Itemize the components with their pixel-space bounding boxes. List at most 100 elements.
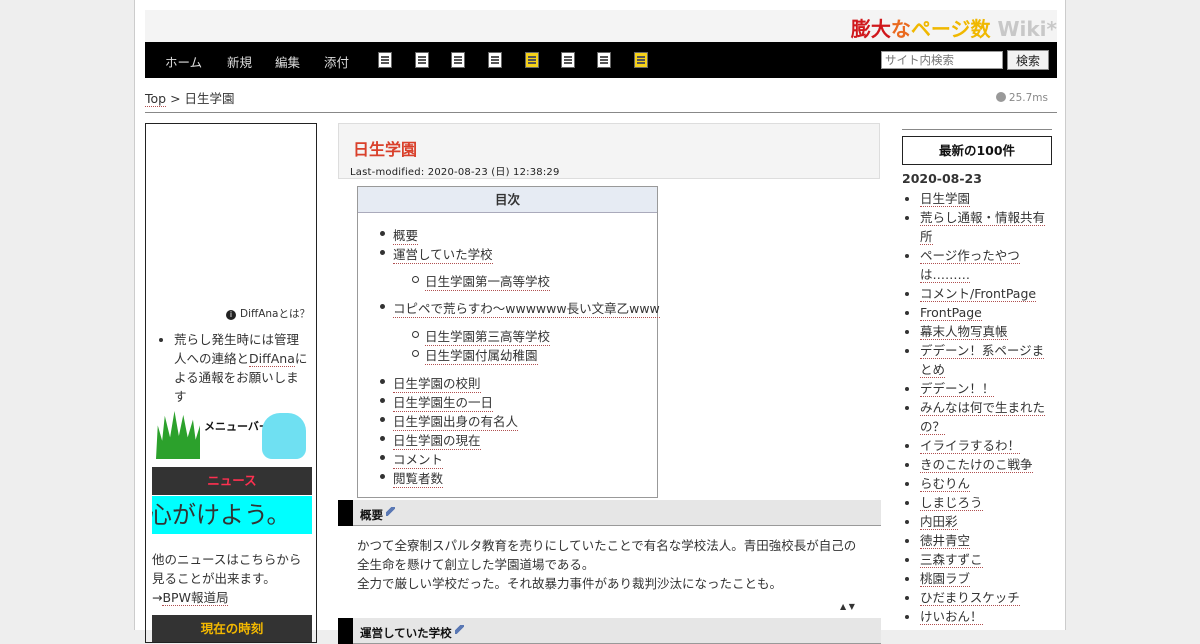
- list-item: イライラするわ！: [920, 436, 1056, 455]
- toc-heading: 目次: [358, 187, 657, 213]
- divider: [145, 112, 1057, 113]
- recent-link[interactable]: 内田彩: [920, 514, 958, 530]
- site-title-part: ページ数: [910, 17, 991, 41]
- menubar-banner[interactable]: メニューバー: [154, 407, 308, 461]
- toc-item[interactable]: 日生学園付属幼稚園: [412, 345, 538, 365]
- list-item: 荒らし通報・情報共有所: [920, 208, 1056, 246]
- section-heading-text: 運営していた学校: [360, 625, 464, 641]
- recent-link[interactable]: 日生学園: [920, 191, 971, 207]
- search-button[interactable]: 検索: [1007, 50, 1049, 70]
- navbar: ホーム 新規 編集 添付 検索: [145, 42, 1057, 78]
- recent-link[interactable]: 幕末人物写真帳: [920, 324, 1008, 340]
- render-timing: 25.7ms: [995, 92, 1048, 104]
- section-bar: [338, 500, 353, 526]
- diffana-link[interactable]: DiffAnaとは？: [240, 308, 310, 320]
- toc-item[interactable]: 日生学園第三高等学校: [411, 326, 551, 346]
- timing-value: 25.7ms: [1008, 92, 1048, 104]
- recent-link[interactable]: コメント/FrontPage: [920, 286, 1037, 302]
- list-item: コメント/FrontPage: [920, 284, 1056, 303]
- recent-link[interactable]: しまじろう: [920, 495, 983, 511]
- section-heading-overview: 概要: [338, 500, 881, 526]
- recent-link[interactable]: イライラするわ！: [920, 438, 1021, 454]
- site-title[interactable]: 膨大なページ数 Wiki*: [851, 13, 1057, 42]
- toc-item[interactable]: 日生学園生の一日: [379, 392, 494, 412]
- site-title-part: Wiki*: [990, 17, 1057, 41]
- help-icon[interactable]: [634, 52, 648, 68]
- paragraph-line: 全生命を懸けて創立した学園道場である。: [357, 557, 595, 572]
- recent-link[interactable]: デデーン！！: [920, 381, 995, 397]
- notice-list: 荒らし発生時には管理人への連絡とDiffAnaによる通報をお願いします: [160, 330, 310, 406]
- page-container: 膨大なページ数 Wiki* ホーム 新規 編集 添付 検索 Top > 日生学園…: [134, 0, 1066, 644]
- list-item: きのこたけのこ戦争: [920, 455, 1056, 474]
- list-item: 桃園ラブ: [920, 569, 1056, 588]
- nav-new[interactable]: 新規: [227, 52, 252, 71]
- list-item: らむりん: [920, 474, 1056, 493]
- divider: [902, 129, 1052, 130]
- site-header: 膨大なページ数 Wiki*: [145, 10, 1057, 42]
- page-title-box: 日生学園 Last-modified: 2020-08-23 (日) 12:38…: [338, 123, 880, 179]
- nav-attach[interactable]: 添付: [324, 52, 349, 71]
- list-item: 日生学園: [920, 189, 1056, 208]
- section-heading-text: 概要: [360, 507, 395, 523]
- diff-icon[interactable]: [451, 52, 465, 68]
- toc-item[interactable]: 閲覧者数: [379, 468, 444, 488]
- recent-link[interactable]: らむりん: [920, 476, 971, 492]
- list-item: しまじろう: [920, 493, 1056, 512]
- table-of-contents: 目次 概要 運営していた学校 日生学園第一高等学校 コピペで荒らすわ～wwwww…: [357, 186, 660, 498]
- recent-link[interactable]: デデーン！系ページまとめ: [920, 343, 1045, 378]
- breadcrumb-current: 日生学園: [184, 91, 235, 106]
- diffana-notice-link[interactable]: DiffAna: [249, 351, 295, 367]
- diffana-help[interactable]: i DiffAnaとは？: [225, 306, 310, 321]
- nav-home[interactable]: ホーム: [165, 52, 202, 71]
- overview-paragraph: かつて全寮制スパルタ教育を売りにしていたことで有名な学校法人。青田強校長が自己の…: [357, 536, 867, 593]
- toc-item[interactable]: 日生学園の現在: [380, 430, 481, 450]
- jump-arrows[interactable]: ▲ ▼: [840, 602, 855, 611]
- list-item: 三森すずこ: [920, 550, 1056, 569]
- recent-link[interactable]: けいおん！: [920, 609, 983, 625]
- paragraph-line: かつて全寮制スパルタ教育を売りにしていたことで有名な学校法人。青田強校長が自己の: [357, 538, 857, 553]
- recent-list: 日生学園 荒らし通報・情報共有所 ページ作ったやつは……… コメント/Front…: [920, 189, 1056, 626]
- new-page-icon[interactable]: [597, 52, 611, 68]
- recent-link[interactable]: 徳井青空: [920, 533, 971, 549]
- toc-item[interactable]: コピペで荒らすわ～wwwwww長い文章乙www: [380, 298, 660, 318]
- news-ticker-text: 心がけよう。: [152, 501, 291, 529]
- nav-edit[interactable]: 編集: [275, 52, 300, 71]
- toc-item[interactable]: 日生学園の校則: [380, 373, 481, 393]
- recent-link[interactable]: みんなは何で生まれたの？: [920, 400, 1046, 435]
- backup-icon[interactable]: [488, 52, 502, 68]
- list-icon[interactable]: [378, 52, 392, 68]
- list-item: けいおん！: [920, 607, 1056, 626]
- toc-item[interactable]: 概要: [379, 225, 419, 245]
- breadcrumb: Top > 日生学園: [145, 88, 235, 107]
- recent-link[interactable]: ひだまりスケッチ: [920, 590, 1020, 606]
- toc-item[interactable]: コメント: [379, 449, 444, 469]
- menubar-label: メニューバー: [204, 420, 270, 433]
- breadcrumb-top-link[interactable]: Top: [145, 91, 167, 107]
- lock-icon[interactable]: [525, 52, 539, 68]
- edit-pencil-icon[interactable]: [386, 507, 395, 516]
- toc-item[interactable]: 運営していた学校: [380, 244, 493, 264]
- list-item: FrontPage: [920, 303, 1056, 322]
- search-page-icon[interactable]: [415, 52, 429, 68]
- list-item: ページ作ったやつは………: [920, 246, 1056, 284]
- section-title: 概要: [360, 508, 383, 522]
- copy-icon[interactable]: [561, 52, 575, 68]
- toc-item[interactable]: 日生学園第一高等学校: [411, 271, 551, 291]
- site-title-part: 膨大: [850, 17, 891, 41]
- list-item: 荒らし発生時には管理人への連絡とDiffAnaによる通報をお願いします: [174, 330, 310, 406]
- recent-date: 2020-08-23: [902, 171, 982, 186]
- left-sidebar: i DiffAnaとは？ 荒らし発生時には管理人への連絡とDiffAnaによる通報…: [145, 123, 317, 643]
- recent-link[interactable]: きのこたけのこ戦争: [920, 457, 1033, 473]
- recent-link[interactable]: FrontPage: [920, 305, 982, 321]
- list-item: 内田彩: [920, 512, 1056, 531]
- recent-link[interactable]: ページ作ったやつは………: [920, 248, 1020, 283]
- recent-link[interactable]: 桃園ラブ: [920, 571, 971, 587]
- bpw-news-link[interactable]: BPW報道局: [162, 590, 229, 606]
- search-input[interactable]: [881, 51, 1003, 69]
- recent-link[interactable]: 荒らし通報・情報共有所: [920, 210, 1046, 245]
- recent-link[interactable]: 三森すずこ: [920, 552, 983, 568]
- blob-character-icon: [262, 413, 306, 459]
- toc-item[interactable]: 日生学園出身の有名人: [379, 411, 519, 431]
- news-more: 他のニュースはこちらから見ることが出来ます。→BPW報道局: [152, 550, 312, 607]
- gauge-icon: [995, 92, 1006, 102]
